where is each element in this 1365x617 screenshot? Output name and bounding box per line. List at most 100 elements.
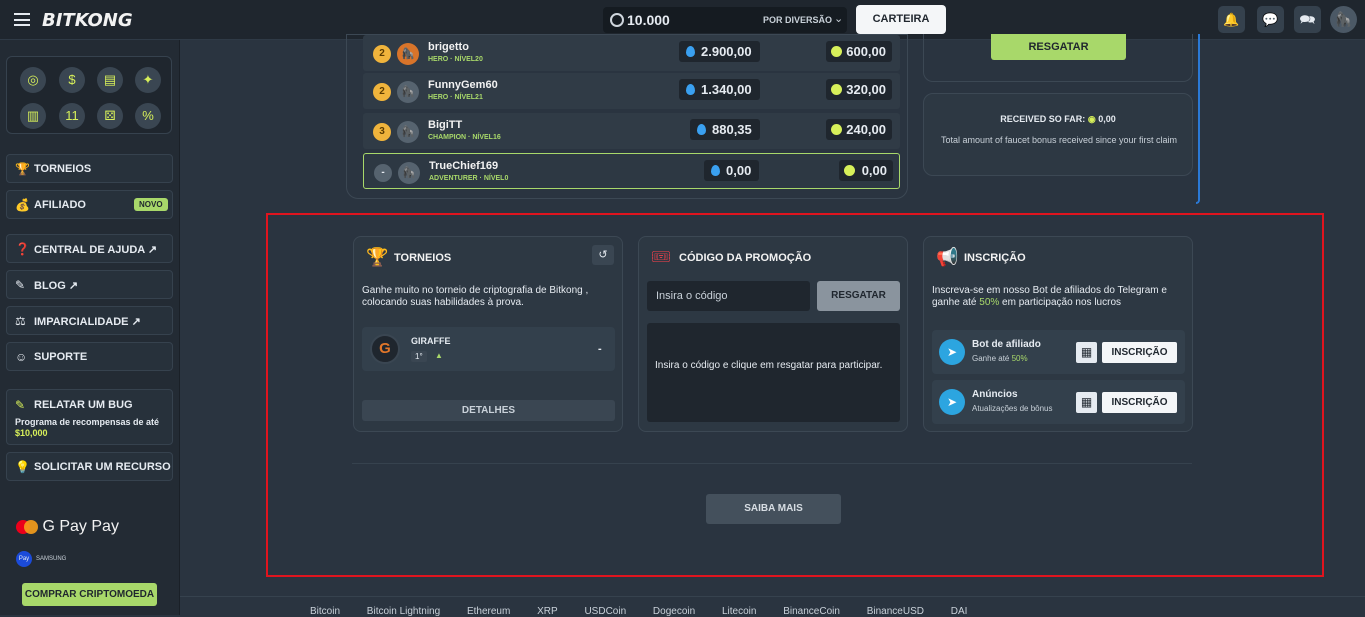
telegram-icon: ➤ — [939, 389, 965, 415]
avatar: G — [370, 334, 400, 364]
sidebar-item-afiliado[interactable]: 💰 AFILIADO NOVO — [6, 190, 173, 219]
sidebar-item-label: IMPARCIALIDADE ↗ — [34, 316, 141, 328]
coin-link[interactable]: Bitcoin — [310, 606, 340, 617]
coin-link[interactable]: Ethereum — [467, 606, 510, 617]
coin-link[interactable]: Litecoin — [722, 606, 756, 617]
coin-link[interactable]: Bitcoin Lightning — [367, 606, 440, 617]
cash-icon[interactable]: ▤ — [97, 67, 123, 93]
subscription-title: Anúncios — [972, 389, 1018, 400]
samsung-pay-icon: Pay — [16, 551, 32, 567]
footer-coin-list: Bitcoin Bitcoin Lightning Ethereum XRP U… — [310, 606, 991, 617]
coin-link[interactable]: USDCoin — [584, 606, 626, 617]
new-badge: NOVO — [134, 198, 168, 211]
subscription-subtitle: Atualizações de bônus — [972, 404, 1053, 413]
player-tier: CHAMPION · NÍVEL16 — [428, 134, 501, 141]
subscription-row: ➤ Bot de afiliado Ganhe até 50% ▦ INSCRI… — [932, 330, 1185, 374]
avatar: 🦍 — [397, 81, 419, 103]
sidebar-item-label: TORNEIOS — [34, 163, 92, 175]
megaphone-icon: 📢 — [936, 247, 959, 267]
report-bug-card[interactable]: ✎ RELATAR UM BUG Programa de recompensas… — [6, 389, 173, 445]
eleven-icon[interactable]: 11 — [59, 103, 85, 129]
chat-icon[interactable]: 💬 — [1257, 6, 1284, 33]
percent-icon[interactable]: % — [135, 103, 161, 129]
avatar: 🦍 — [398, 162, 420, 184]
avatar: 🦍 — [397, 43, 419, 65]
player-name[interactable]: BigiTT — [428, 119, 462, 131]
tournament-value: - — [598, 343, 602, 355]
coin-link[interactable]: BinanceUSD — [867, 606, 924, 617]
promo-code-input[interactable]: Insira o código — [647, 281, 810, 311]
bag-icon[interactable]: $ — [59, 67, 85, 93]
sidebar-item-suporte[interactable]: ☺ SUPORTE — [6, 342, 173, 371]
redeem-promo-button[interactable]: RESGATAR — [817, 281, 900, 311]
game-icon[interactable]: ◎ — [20, 67, 46, 93]
sidebar-item-blog[interactable]: ✎ BLOG ↗ — [6, 270, 173, 299]
pencil-icon: ✎ — [15, 278, 26, 292]
subscription-subtitle: Ganhe até 50% — [972, 354, 1028, 363]
medal-icon: 3 — [373, 123, 391, 141]
card-description: Inscreva-se em nosso Bot de afiliados do… — [932, 285, 1167, 308]
buy-crypto-button[interactable]: COMPRAR CRIPTOMOEDA — [22, 583, 157, 606]
subscribe-button[interactable]: INSCRIÇÃO — [1102, 342, 1177, 363]
history-icon[interactable]: ↺ — [592, 245, 614, 265]
qr-code-icon[interactable]: ▦ — [1076, 392, 1097, 413]
sidebar-item-torneios[interactable]: 🏆 TORNEIOS — [6, 154, 173, 183]
card-title: TORNEIOS — [394, 252, 452, 264]
leaderboard-row: 3 🦍 BigiTT CHAMPION · NÍVEL16 880,35 240… — [363, 113, 900, 149]
bug-description: Programa de recompensas de até $10,000 — [15, 417, 160, 438]
promo-info-box: Insira o código e clique em resgatar par… — [647, 323, 900, 422]
sidebar-item-solicitar-recurso[interactable]: 💡 SOLICITAR UM RECURSO — [6, 452, 173, 481]
menu-icon[interactable] — [14, 13, 30, 26]
wager-value: 0,00 — [704, 160, 760, 181]
trophy-icon: 🏆 — [366, 247, 389, 267]
player-name[interactable]: brigetto — [428, 41, 469, 53]
wager-value: 2.900,00 — [679, 41, 760, 62]
money-icon: 💰 — [15, 198, 30, 212]
coin-link[interactable]: BinanceCoin — [783, 606, 840, 617]
sidebar-item-label: BLOG ↗ — [34, 280, 79, 292]
tournaments-card: 🏆 TORNEIOS ↺ Ganhe muito no torneio de c… — [353, 236, 623, 432]
google-pay-label: G Pay — [42, 518, 87, 535]
dice-icon[interactable]: ⚄ — [97, 103, 123, 129]
logo[interactable]: BITKONG — [42, 10, 133, 31]
rank-badge: 1° — [411, 351, 427, 362]
coin-icon — [610, 13, 624, 27]
player-name[interactable]: TrueChief169 — [429, 160, 498, 172]
game-shortcuts: ◎ $ ▤ ✦ ▥ 11 ⚄ % — [6, 56, 172, 134]
sidebar-item-imparcialidade[interactable]: ⚖ IMPARCIALIDADE ↗ — [6, 306, 173, 335]
leaderboard-row-current-user: - 🦍 TrueChief169 ADVENTURER · NÍVEL0 0,0… — [363, 153, 900, 189]
samsung-pay-label: SAMSUNG — [36, 556, 67, 562]
panel-border — [1196, 34, 1200, 204]
medal-icon: 2 — [373, 45, 391, 63]
player-name[interactable]: FunnyGem60 — [428, 79, 498, 91]
controller-icon[interactable]: ✦ — [135, 67, 161, 93]
tournament-name: GIRAFFE — [411, 336, 451, 346]
wager-value: 880,35 — [690, 119, 760, 140]
learn-more-button[interactable]: SAIBA MAIS — [706, 494, 841, 524]
bell-icon[interactable]: 🔔 — [1218, 6, 1245, 33]
wallet-button[interactable]: CARTEIRA — [856, 5, 946, 34]
support-icon: ☺ — [15, 350, 28, 364]
telegram-icon: ➤ — [939, 339, 965, 365]
coin-link[interactable]: Dogecoin — [653, 606, 695, 617]
community-chat-icon[interactable]: 🗪 — [1294, 6, 1321, 33]
redeem-button[interactable]: RESGATAR — [991, 34, 1126, 60]
user-avatar[interactable]: 🦍 — [1330, 6, 1357, 33]
wager-value: 1.340,00 — [679, 79, 760, 100]
coin-link[interactable]: DAI — [951, 606, 968, 617]
leaderboard-row: 2 🦍 brigetto HERO · NÍVEL20 2.900,00 600… — [363, 35, 900, 71]
chevron-down-icon[interactable]: ⌄ — [834, 12, 843, 25]
sidebar-item-ajuda[interactable]: ❓ CENTRAL DE AJUDA ↗ — [6, 234, 173, 263]
balance-selector[interactable]: 10.000 POR DIVERSÃO ⌄ — [603, 7, 847, 33]
received-title: RECEIVED SO FAR: ◉ 0,00 — [1000, 114, 1116, 124]
qr-code-icon[interactable]: ▦ — [1076, 342, 1097, 363]
lightbulb-icon: 💡 — [15, 460, 30, 474]
details-button[interactable]: DETALHES — [362, 400, 615, 421]
card-title: CÓDIGO DA PROMOÇÃO — [679, 252, 812, 264]
tournament-entry[interactable]: G GIRAFFE 1° ▲ - — [362, 327, 615, 371]
medal-icon: 2 — [373, 83, 391, 101]
balance-value: 10.000 — [627, 12, 670, 28]
subscribe-button[interactable]: INSCRIÇÃO — [1102, 392, 1177, 413]
coin-link[interactable]: XRP — [537, 606, 558, 617]
money-icon[interactable]: ▥ — [20, 103, 46, 129]
